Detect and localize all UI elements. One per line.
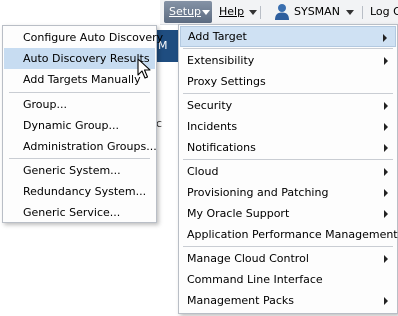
- menu-item-configure-auto-discovery[interactable]: Configure Auto Discovery: [4, 27, 163, 48]
- menu-separator: [183, 159, 393, 160]
- global-menu-bar: Setup Help SYSMAN Log O: [160, 0, 398, 25]
- menu-item-notifications[interactable]: Notifications: [180, 137, 396, 158]
- chevron-right-icon: [384, 255, 388, 263]
- menu-item-application-performance-management[interactable]: Application Performance Management: [180, 224, 398, 245]
- help-menu-button[interactable]: Help: [219, 0, 258, 24]
- menu-item-label: Management Packs: [187, 294, 294, 307]
- menu-item-manage-cloud-control[interactable]: Manage Cloud Control: [180, 248, 396, 269]
- menu-item-cloud[interactable]: Cloud: [180, 161, 396, 182]
- chevron-right-icon: [384, 57, 388, 65]
- menu-separator: [9, 92, 150, 93]
- menu-item-label: Incidents: [187, 120, 238, 133]
- menu-item-label: Manage Cloud Control: [187, 252, 309, 265]
- menu-separator: [9, 158, 150, 159]
- chevron-right-icon: [383, 34, 387, 42]
- menu-item-my-oracle-support[interactable]: My Oracle Support: [180, 203, 396, 224]
- chevron-right-icon: [384, 297, 388, 305]
- mouse-pointer-icon: [137, 58, 151, 79]
- menu-separator: [183, 48, 393, 49]
- menu-item-label: My Oracle Support: [187, 207, 290, 220]
- menu-item-security[interactable]: Security: [180, 95, 396, 116]
- menu-item-group[interactable]: Group...: [4, 94, 155, 115]
- menu-item-label: Extensibility: [187, 54, 255, 67]
- menu-separator: [183, 246, 393, 247]
- setup-dropdown-menu: Add Target Extensibility Proxy Settings …: [178, 24, 398, 314]
- chevron-right-icon: [384, 144, 388, 152]
- help-label: Help: [219, 5, 245, 18]
- chevron-down-icon: [249, 9, 258, 15]
- divider: [260, 6, 261, 19]
- chevron-right-icon: [384, 102, 388, 110]
- setup-label: Setup: [169, 5, 202, 18]
- menu-item-administration-groups[interactable]: Administration Groups...: [4, 136, 157, 157]
- logout-link[interactable]: Log O: [370, 0, 398, 24]
- menu-item-management-packs[interactable]: Management Packs: [180, 290, 396, 311]
- menu-item-redundancy-system[interactable]: Redundancy System...: [4, 181, 155, 202]
- menu-item-extensibility[interactable]: Extensibility: [180, 50, 396, 71]
- add-target-submenu: Configure Auto Discovery Auto Discovery …: [2, 25, 163, 223]
- menu-item-label: Cloud: [187, 165, 219, 178]
- menu-item-command-line-interface[interactable]: Command Line Interface: [180, 269, 396, 290]
- chevron-right-icon: [384, 189, 388, 197]
- setup-menu-button[interactable]: Setup: [164, 1, 212, 23]
- chevron-right-icon: [384, 210, 388, 218]
- user-icon: [275, 4, 289, 20]
- menu-item-add-targets-manually[interactable]: Add Targets Manually: [4, 69, 155, 90]
- chevron-right-icon: [384, 168, 388, 176]
- user-label: SYSMAN: [294, 5, 340, 18]
- menu-item-add-target[interactable]: Add Target: [180, 26, 396, 47]
- menu-separator: [183, 93, 393, 94]
- menu-item-label: Notifications: [187, 141, 256, 154]
- menu-item-label: Security: [187, 99, 233, 112]
- chevron-right-icon: [384, 123, 388, 131]
- chevron-down-icon: [346, 10, 354, 15]
- menu-item-auto-discovery-results[interactable]: Auto Discovery Results: [4, 48, 155, 69]
- menu-item-generic-system[interactable]: Generic System...: [4, 160, 155, 181]
- menu-item-incidents[interactable]: Incidents: [180, 116, 396, 137]
- menu-item-dynamic-group[interactable]: Dynamic Group...: [4, 115, 155, 136]
- divider: [362, 6, 363, 19]
- menu-item-label: Add Target: [188, 30, 247, 43]
- menu-item-generic-service[interactable]: Generic Service...: [4, 202, 155, 223]
- menu-item-label: Provisioning and Patching: [187, 186, 329, 199]
- menu-item-proxy-settings[interactable]: Proxy Settings: [180, 71, 396, 92]
- menu-item-provisioning-and-patching[interactable]: Provisioning and Patching: [180, 182, 396, 203]
- chevron-down-icon: [202, 10, 210, 15]
